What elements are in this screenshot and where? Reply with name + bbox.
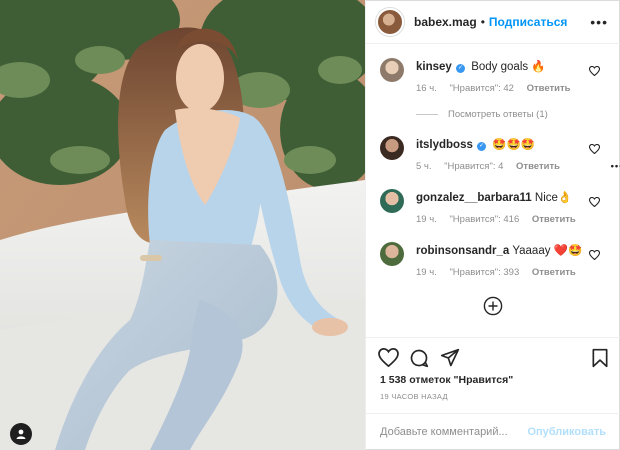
bookmark-icon[interactable]	[591, 348, 609, 368]
plus-circle-icon[interactable]	[483, 296, 503, 316]
commenter-avatar[interactable]	[380, 242, 404, 266]
comment-meta: 16 ч. "Нравится": 42 Ответить	[416, 83, 581, 94]
follow-button[interactable]: Подписаться	[489, 15, 567, 29]
comment-likes[interactable]: "Нравится": 42	[449, 83, 514, 94]
comment-time[interactable]: 5 ч.	[416, 161, 432, 172]
share-icon[interactable]	[440, 348, 460, 368]
comment-meta: 5 ч. "Нравится": 4 Ответить •••	[416, 161, 620, 172]
comment-item: itslydboss ✓ 🤩🤩🤩 5 ч. "Нравится": 4 Отве…	[366, 126, 620, 176]
comment-text: itslydboss ✓ 🤩🤩🤩	[416, 137, 535, 151]
post-side-panel: babex.mag • Подписаться ••• kinsey ✓ Bod…	[365, 0, 620, 450]
user-tag-button[interactable]	[10, 423, 32, 445]
comment-item: kinsey ✓ Body goals 🔥 16 ч. "Нравится": …	[366, 48, 620, 98]
comments-list: kinsey ✓ Body goals 🔥 16 ч. "Нравится": …	[366, 48, 620, 278]
comment-body: Body goals 🔥	[471, 61, 546, 73]
comment-text: kinsey ✓ Body goals 🔥	[416, 59, 546, 73]
more-options-icon[interactable]: •••	[590, 14, 608, 30]
comment-likes[interactable]: "Нравится": 416	[449, 214, 519, 225]
comment-time[interactable]: 19 ч.	[416, 214, 437, 225]
author-username[interactable]: babex.mag	[414, 15, 477, 29]
author-avatar[interactable]	[376, 7, 404, 36]
comment-heart-icon[interactable]	[589, 144, 600, 154]
comment-text: robinsonsandr_a Yaaaay ❤️🤩	[416, 243, 582, 257]
add-comment-bar: Опубликовать	[366, 413, 620, 450]
reply-button[interactable]: Ответить	[532, 267, 576, 278]
reply-button[interactable]: Ответить	[527, 83, 571, 94]
comment-likes[interactable]: "Нравится": 4	[444, 161, 503, 172]
comment-body: 🤩🤩🤩	[492, 139, 536, 151]
comment-input[interactable]	[380, 426, 528, 438]
likes-count[interactable]: 1 538 отметок "Нравится"	[380, 374, 513, 386]
comment-time[interactable]: 19 ч.	[416, 267, 437, 278]
comment-meta: 19 ч. "Нравится": 393 Ответить	[416, 267, 586, 278]
commenter-avatar[interactable]	[380, 136, 404, 160]
publish-button[interactable]: Опубликовать	[527, 426, 606, 438]
comment-time[interactable]: 16 ч.	[416, 83, 437, 94]
reply-button[interactable]: Ответить	[516, 161, 560, 172]
heart-icon[interactable]	[378, 348, 399, 367]
post-header: babex.mag • Подписаться •••	[366, 0, 620, 44]
commenter-avatar[interactable]	[380, 189, 404, 213]
commenter-username[interactable]: kinsey	[416, 61, 452, 73]
comment-likes[interactable]: "Нравится": 393	[449, 267, 519, 278]
comment-text: gonzalez__barbara11 Nice👌	[416, 190, 572, 204]
post-photo[interactable]	[0, 0, 365, 450]
comment-item: robinsonsandr_a Yaaaay ❤️🤩 19 ч. "Нравит…	[366, 232, 620, 282]
comment-item: gonzalez__barbara11 Nice👌 19 ч. "Нравитс…	[366, 179, 620, 229]
view-replies-button[interactable]: Посмотреть ответы (1)	[416, 109, 548, 120]
comment-meta: 19 ч. "Нравится": 416 Ответить	[416, 214, 586, 225]
header-separator: •	[480, 14, 485, 29]
commenter-username[interactable]: robinsonsandr_a	[416, 245, 509, 257]
comment-more-icon[interactable]: •••	[611, 161, 620, 172]
commenter-avatar[interactable]	[380, 58, 404, 82]
user-icon	[16, 429, 26, 439]
comment-body: Nice👌	[534, 192, 573, 204]
post-actions	[366, 337, 620, 375]
view-replies-label: Посмотреть ответы (1)	[448, 109, 548, 120]
comment-body: Yaaaay ❤️🤩	[512, 245, 583, 257]
commenter-username[interactable]: gonzalez__barbara11	[416, 192, 532, 204]
comment-heart-icon[interactable]	[589, 250, 600, 260]
replies-divider	[416, 114, 438, 115]
verified-badge-icon: ✓	[456, 64, 466, 73]
comment-heart-icon[interactable]	[589, 197, 600, 207]
comment-heart-icon[interactable]	[589, 66, 600, 76]
commenter-username[interactable]: itslydboss	[416, 139, 473, 151]
photo-illustration	[0, 0, 365, 450]
comment-icon[interactable]	[409, 348, 429, 368]
reply-button[interactable]: Ответить	[532, 214, 576, 225]
verified-badge-icon: ✓	[477, 142, 487, 151]
posted-time[interactable]: 19 ЧАСОВ НАЗАД	[380, 392, 448, 401]
